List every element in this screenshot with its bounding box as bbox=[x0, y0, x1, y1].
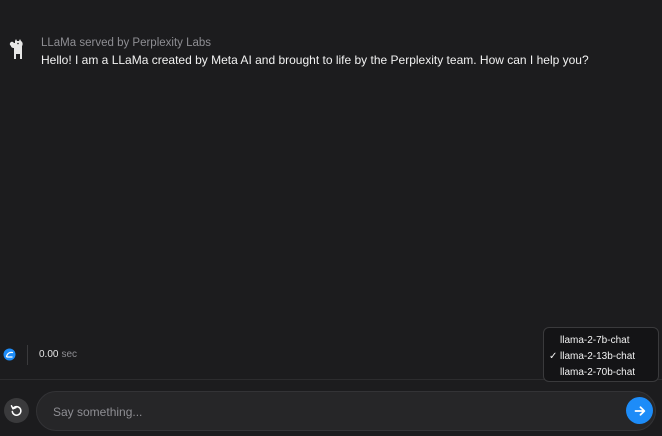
message-input[interactable] bbox=[53, 403, 613, 421]
model-option-13b[interactable]: ✓ llama-2-13b-chat bbox=[544, 349, 658, 365]
assistant-message: LLaMa served by Perplexity Labs Hello! I… bbox=[8, 36, 589, 68]
send-button[interactable] bbox=[626, 397, 653, 424]
status-divider bbox=[27, 345, 28, 365]
model-option-70b[interactable]: llama-2-70b-chat bbox=[544, 365, 658, 381]
arrow-right-icon bbox=[634, 405, 645, 416]
message-input-container bbox=[36, 391, 656, 431]
latency-readout: 0.00 sec bbox=[39, 349, 77, 360]
chat-app: LLaMa served by Perplexity Labs Hello! I… bbox=[0, 0, 662, 436]
sender-name: LLaMa served by Perplexity Labs bbox=[41, 37, 212, 49]
model-dropdown-menu: llama-2-7b-chat ✓ llama-2-13b-chat llama… bbox=[543, 327, 659, 382]
model-option-7b[interactable]: llama-2-7b-chat bbox=[544, 333, 658, 349]
message-text: Hello! I am a LLaMa created by Meta AI a… bbox=[41, 53, 589, 67]
model-option-label: llama-2-13b-chat bbox=[560, 351, 636, 362]
model-option-label: llama-2-70b-chat bbox=[560, 367, 636, 378]
perplexity-icon bbox=[3, 348, 16, 361]
reset-chat-button[interactable] bbox=[4, 398, 29, 423]
llama-icon bbox=[8, 38, 28, 62]
latency-value: 0.00 bbox=[39, 349, 59, 360]
rotate-ccw-icon bbox=[10, 405, 22, 416]
latency-unit: sec bbox=[61, 349, 78, 360]
model-option-label: llama-2-7b-chat bbox=[560, 335, 630, 346]
check-icon: ✓ bbox=[549, 351, 558, 362]
